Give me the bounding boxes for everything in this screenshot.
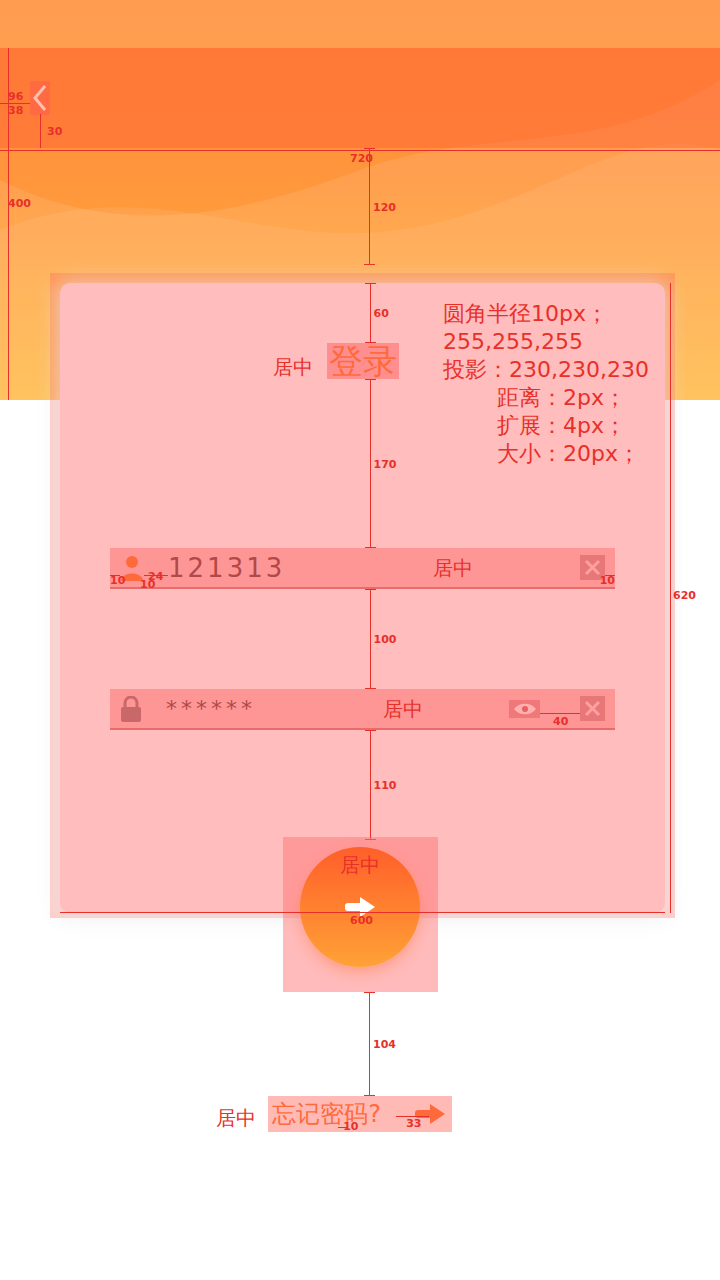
dimension-rule: 170 [60, 379, 665, 548]
dimension-line [370, 589, 371, 689]
field-value: ****** [166, 694, 256, 724]
dimension-rule: 110 [60, 730, 665, 840]
spec-line: 圆角半径10px； [443, 300, 649, 328]
spec-line: 大小：20px； [443, 440, 649, 468]
dimension-label: 30 [47, 125, 62, 138]
dimension-label: 10 [140, 578, 155, 591]
header-body: 120 [0, 148, 720, 265]
dimension-label: 60 [374, 307, 389, 320]
field-value: 121313 [168, 553, 285, 583]
dimension-label: 96 [8, 90, 23, 103]
dimension-line [540, 713, 580, 714]
dimension-label: 10 [343, 1120, 358, 1133]
dimension-line [670, 283, 671, 913]
dimension-label: 620 [673, 589, 696, 602]
dimension-label: 110 [374, 779, 397, 792]
dimension-line [8, 48, 9, 400]
login-title: 登录居中 [327, 343, 399, 379]
dimension-label: 104 [373, 1038, 396, 1051]
spec-line: 距离：2px； [443, 384, 649, 412]
center-note: 居中 [340, 853, 380, 877]
back-chevron-icon [33, 84, 47, 112]
forgot-password-link[interactable]: 居中忘记密码?1033 [268, 1096, 452, 1132]
dimension-label: 38 [8, 104, 23, 117]
eye-icon [513, 702, 537, 716]
dimension-rule: 104 [0, 992, 720, 1096]
dimension-line [0, 150, 720, 151]
style-spec: 圆角半径10px；255,255,255投影：230,230,230距离：2px… [443, 300, 649, 468]
back-button[interactable] [30, 81, 50, 115]
center-note: 居中 [273, 355, 313, 379]
spec-line: 投影：230,230,230 [443, 356, 649, 384]
username-field[interactable]: 121313居中10241010 [110, 548, 615, 589]
login-page: 9638 30 120 720 400 60 登录居中 圆角半径10px；255,255,25… [0, 0, 720, 1280]
close-icon [584, 700, 601, 717]
dimension-label: 720 [350, 152, 373, 165]
login-card-frame: 60 登录居中 圆角半径10px；255,255,255投影：230,230,230… [50, 273, 675, 918]
close-icon [584, 559, 601, 576]
center-note: 居中 [216, 1106, 256, 1130]
login-card: 60 登录居中 圆角半径10px；255,255,255投影：230,230,230… [60, 283, 665, 913]
dimension-label: 120 [373, 200, 396, 213]
dimension-line [369, 992, 370, 1096]
forgot-password-text: 忘记密码? [272, 1099, 381, 1129]
dimension-label: 170 [374, 457, 397, 470]
dimension-line [0, 103, 30, 104]
dimension-line [369, 148, 370, 265]
show-password-button[interactable] [509, 700, 540, 718]
spec-line: 255,255,255 [443, 328, 649, 356]
nav-bar: 9638 30 [0, 48, 720, 148]
center-note: 居中 [256, 697, 509, 721]
center-note: 居中 [285, 556, 580, 580]
clear-button[interactable] [580, 696, 605, 721]
dimension-line [370, 379, 371, 548]
dimension-rule: 100 [60, 589, 665, 689]
spec-line: 扩展：4px； [443, 412, 649, 440]
dimension-line [60, 912, 665, 913]
dimension-label: 40 [553, 715, 568, 728]
dimension-rule: 120 [0, 148, 720, 265]
status-bar [0, 0, 720, 48]
dimension-label: 400 [8, 197, 31, 210]
dimension-label: 100 [374, 633, 397, 646]
dimension-line [370, 283, 371, 343]
dimension-line [396, 1116, 429, 1117]
dimension-line [370, 730, 371, 840]
dimension-label: 600 [350, 914, 373, 927]
dimension-label: 33 [406, 1117, 421, 1130]
dimension-line [40, 114, 41, 148]
dimension-label: 10 [110, 574, 125, 587]
password-field[interactable]: ******居中 40 [110, 689, 615, 730]
dimension-label: 10 [600, 574, 615, 587]
lock-icon [120, 696, 142, 722]
